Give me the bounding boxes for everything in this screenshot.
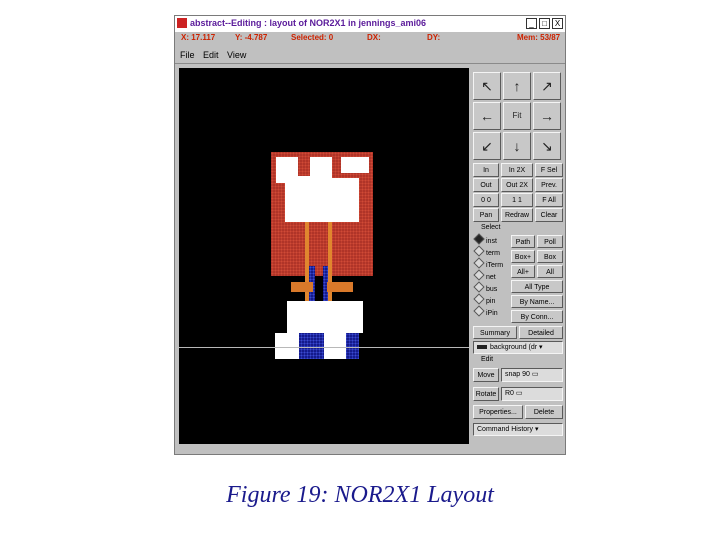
select-path-button[interactable]: Path <box>511 235 535 248</box>
pan-up-icon[interactable]: ↑ <box>503 72 531 100</box>
select-box-button[interactable]: Box <box>537 250 563 263</box>
title-bar[interactable]: abstract--Editing : layout of NOR2X1 in … <box>175 16 565 33</box>
summary-button[interactable]: Summary <box>473 326 517 339</box>
app-icon <box>177 18 187 28</box>
rotate-button[interactable]: Rotate <box>473 387 499 401</box>
menu-bar: File Edit View <box>175 47 565 64</box>
select-all-plus-button[interactable]: All+ <box>511 265 535 278</box>
origin-button[interactable]: 0 0 <box>473 193 499 207</box>
select-box-plus-button[interactable]: Box+ <box>511 250 535 263</box>
fit-all-button[interactable]: F All <box>535 193 563 207</box>
layout-editor-window: abstract--Editing : layout of NOR2X1 in … <box>174 15 566 455</box>
pan-button[interactable]: Pan <box>473 208 499 222</box>
status-bar: X: 17.117 Y: -4.787 Selected: 0 DX: DY: … <box>175 32 565 45</box>
fit-button[interactable]: Fit <box>503 102 531 130</box>
dy-readout: DY: <box>427 33 441 42</box>
poly-contact <box>327 282 353 292</box>
pan-left-icon[interactable]: ← <box>473 102 501 130</box>
ground-rail-line <box>179 347 469 348</box>
previous-view-button[interactable]: Prev. <box>535 178 563 192</box>
metal-region <box>287 301 363 333</box>
select-radio-ipin[interactable]: iPin <box>473 305 498 319</box>
metal-contact <box>275 333 299 359</box>
selected-count: Selected: 0 <box>291 33 334 42</box>
pan-right-icon[interactable]: → <box>533 102 561 130</box>
move-button[interactable]: Move <box>473 368 499 382</box>
select-all-type-button[interactable]: All Type <box>511 280 563 293</box>
tool-panel: ↖ ↑ ↗ ← Fit → ↙ ↓ ↘ In In 2X F Sel Out O… <box>471 68 565 448</box>
dx-readout: DX: <box>367 33 381 42</box>
zoom-in-button[interactable]: In <box>473 163 499 177</box>
minimize-button[interactable]: _ <box>526 18 537 29</box>
x-coordinate: X: 17.117 <box>181 33 216 42</box>
detailed-button[interactable]: Detailed <box>519 326 563 339</box>
memory-readout: Mem: 53/87 <box>517 33 561 42</box>
pan-down-icon[interactable]: ↓ <box>503 132 531 160</box>
pan-down-right-icon[interactable]: ↘ <box>533 132 561 160</box>
delete-button[interactable]: Delete <box>525 405 563 419</box>
poly-contact <box>291 282 313 292</box>
window-title: abstract--Editing : layout of NOR2X1 in … <box>190 18 427 28</box>
zoom-in-2x-button[interactable]: In 2X <box>501 163 533 177</box>
command-history-selector[interactable]: Command History ▾ <box>473 423 563 436</box>
layer-selector[interactable]: background (dr ▾ <box>473 341 563 354</box>
select-poll-button[interactable]: Poll <box>537 235 563 248</box>
select-all-button[interactable]: All <box>537 265 563 278</box>
maximize-button[interactable]: □ <box>539 18 550 29</box>
close-button[interactable]: X <box>552 18 563 29</box>
metal-contact <box>341 157 369 173</box>
edit-section-header: Edit <box>481 356 494 363</box>
figure-caption: Figure 19: NOR2X1 Layout <box>226 482 494 508</box>
clear-button[interactable]: Clear <box>535 208 563 222</box>
pan-up-right-icon[interactable]: ↗ <box>533 72 561 100</box>
pan-down-left-icon[interactable]: ↙ <box>473 132 501 160</box>
fit-selection-button[interactable]: F Sel <box>535 163 563 177</box>
rotation-selector[interactable]: R0 ▭ <box>501 387 563 401</box>
menu-file[interactable]: File <box>180 50 195 60</box>
redraw-button[interactable]: Redraw <box>501 208 533 222</box>
select-by-name-button[interactable]: By Name... <box>511 295 563 308</box>
properties-button[interactable]: Properties... <box>473 405 523 419</box>
zoom-out-2x-button[interactable]: Out 2X <box>501 178 533 192</box>
zoom-out-button[interactable]: Out <box>473 178 499 192</box>
select-by-conn-button[interactable]: By Conn... <box>511 310 563 323</box>
select-section-header: Select <box>481 224 501 231</box>
snap-mode-selector[interactable]: snap 90 ▭ <box>501 368 563 382</box>
metal-region <box>297 176 327 186</box>
metal-contact <box>324 333 346 359</box>
pan-up-left-icon[interactable]: ↖ <box>473 72 501 100</box>
layer-swatch <box>477 345 487 350</box>
menu-view[interactable]: View <box>227 50 246 60</box>
menu-edit[interactable]: Edit <box>203 50 219 60</box>
scale-1-1-button[interactable]: 1 1 <box>501 193 533 207</box>
layout-canvas[interactable] <box>179 68 469 444</box>
y-coordinate: Y: -4.787 <box>235 33 268 42</box>
